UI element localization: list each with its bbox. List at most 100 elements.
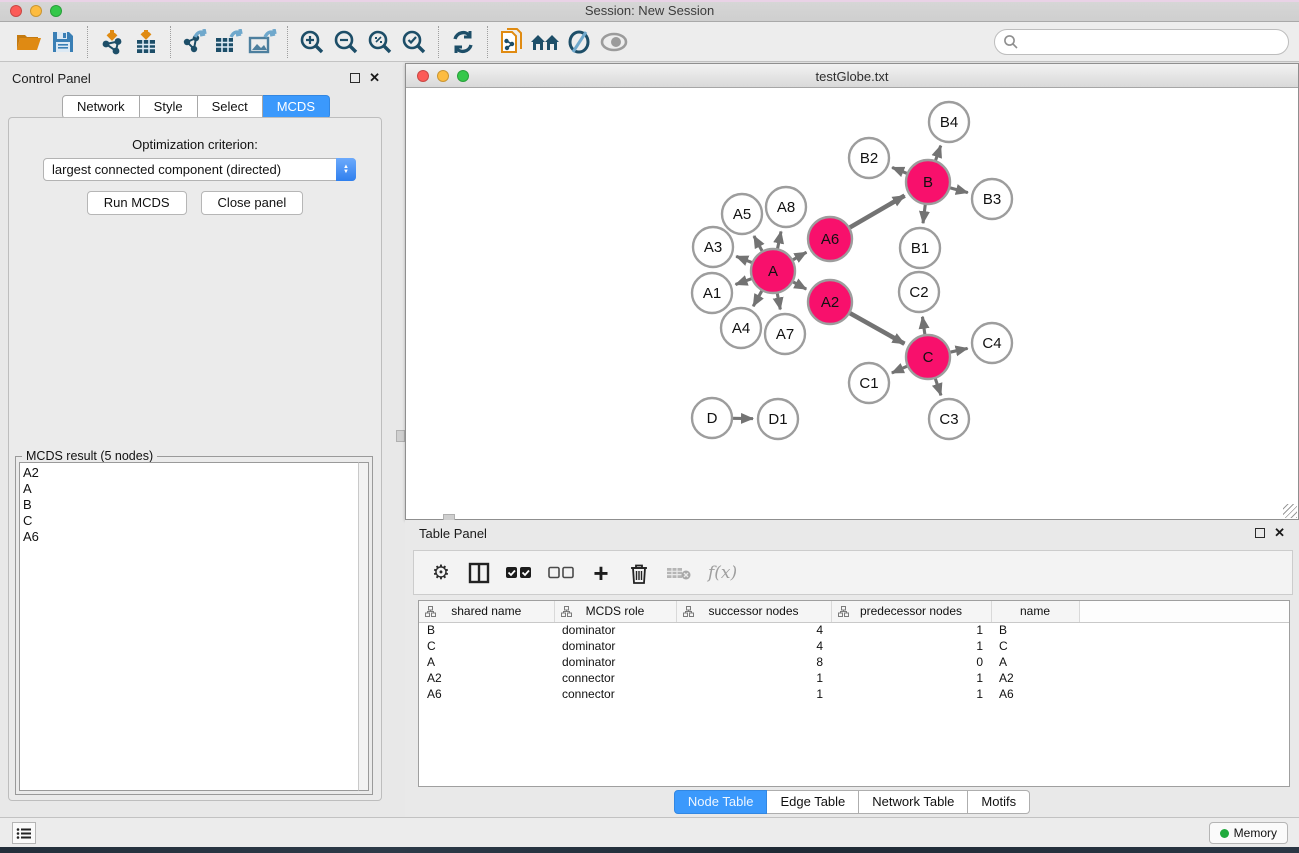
function-builder-button[interactable]: f(x)	[708, 561, 737, 585]
cell-MCDS-role[interactable]: dominator	[554, 654, 676, 670]
edge-A-A6[interactable]	[792, 252, 806, 260]
network-graph[interactable]: B4B2BB3A5A8A6A3B1AA1C2A2A4A7C4CC1DD1C3	[406, 88, 1298, 519]
show-graphics-details-button[interactable]	[597, 26, 631, 58]
cell-name[interactable]: A	[991, 654, 1079, 670]
cell-predecessor-nodes[interactable]: 1	[831, 686, 991, 702]
edge-A-A2[interactable]	[792, 282, 806, 290]
result-item[interactable]: A	[23, 481, 358, 497]
zoom-selected-button[interactable]	[397, 26, 431, 58]
tab-mcds[interactable]: MCDS	[263, 95, 330, 119]
table-row[interactable]: Bdominator41B	[419, 622, 1289, 638]
delete-table-button[interactable]	[666, 561, 692, 585]
window-resize-grip[interactable]	[1283, 504, 1297, 518]
column-header-shared-name[interactable]: shared name	[419, 601, 554, 622]
export-image-button[interactable]	[246, 26, 280, 58]
column-header-predecessor-nodes[interactable]: predecessor nodes	[831, 601, 991, 622]
close-panel-icon[interactable]: ✕	[369, 71, 380, 85]
tab-network[interactable]: Network	[62, 95, 140, 119]
tab-motifs[interactable]: Motifs	[968, 790, 1030, 814]
edge-A-A3[interactable]	[736, 256, 752, 263]
cell-successor-nodes[interactable]: 4	[676, 622, 831, 638]
column-header-successor-nodes[interactable]: successor nodes	[676, 601, 831, 622]
mcds-result-list[interactable]: A2ABCA6	[19, 462, 358, 791]
cell-successor-nodes[interactable]: 1	[676, 670, 831, 686]
open-session-button[interactable]	[12, 26, 46, 58]
edge-A2-C[interactable]	[849, 313, 904, 344]
cell-shared-name[interactable]: A2	[419, 670, 554, 686]
close-panel-button[interactable]: Close panel	[201, 191, 304, 215]
cell-name[interactable]: A2	[991, 670, 1079, 686]
edge-A6-B[interactable]	[849, 196, 905, 228]
result-item[interactable]: C	[23, 513, 358, 529]
search-input[interactable]	[994, 29, 1289, 55]
cell-name[interactable]: C	[991, 638, 1079, 654]
edge-A-A8[interactable]	[777, 231, 781, 249]
tab-network-table[interactable]: Network Table	[859, 790, 968, 814]
edge-B-B4[interactable]	[935, 146, 940, 162]
cell-successor-nodes[interactable]: 1	[676, 686, 831, 702]
edge-A-A1[interactable]	[736, 278, 753, 284]
export-table-button[interactable]	[212, 26, 246, 58]
close-table-panel-icon[interactable]: ✕	[1274, 526, 1285, 540]
add-column-button[interactable]: +	[590, 561, 612, 585]
tab-node-table[interactable]: Node Table	[674, 790, 768, 814]
edge-A-A4[interactable]	[753, 290, 762, 306]
edge-B-B3[interactable]	[949, 188, 968, 193]
cell-MCDS-role[interactable]: dominator	[554, 622, 676, 638]
first-neighbors-button[interactable]	[529, 26, 563, 58]
edge-A-A5[interactable]	[754, 236, 763, 252]
hide-graphics-details-button[interactable]	[563, 26, 597, 58]
edge-C-C2[interactable]	[922, 317, 925, 335]
cell-shared-name[interactable]: A6	[419, 686, 554, 702]
cell-MCDS-role[interactable]: dominator	[554, 638, 676, 654]
export-network-button[interactable]	[178, 26, 212, 58]
cell-MCDS-role[interactable]: connector	[554, 686, 676, 702]
delete-column-button[interactable]	[628, 561, 650, 585]
task-history-button[interactable]	[12, 822, 36, 844]
table-row[interactable]: Cdominator41C	[419, 638, 1289, 654]
table-row[interactable]: Adominator80A	[419, 654, 1289, 670]
zoom-in-button[interactable]	[295, 26, 329, 58]
float-panel-icon[interactable]	[350, 73, 360, 83]
save-session-button[interactable]	[46, 26, 80, 58]
result-item[interactable]: A2	[23, 465, 358, 481]
cell-successor-nodes[interactable]: 4	[676, 638, 831, 654]
edge-B-B2[interactable]	[892, 167, 907, 173]
new-network-from-selection-button[interactable]	[495, 26, 529, 58]
result-item[interactable]: B	[23, 497, 358, 513]
edge-C-C4[interactable]	[949, 348, 967, 352]
deselect-all-button[interactable]	[548, 561, 574, 585]
import-table-button[interactable]	[129, 26, 163, 58]
edge-C-C1[interactable]	[892, 366, 908, 373]
import-network-button[interactable]	[95, 26, 129, 58]
edge-B-B1[interactable]	[923, 204, 925, 223]
cell-shared-name[interactable]: C	[419, 638, 554, 654]
refresh-button[interactable]	[446, 26, 480, 58]
result-item[interactable]: A6	[23, 529, 358, 545]
cell-name[interactable]: B	[991, 622, 1079, 638]
column-header-MCDS-role[interactable]: MCDS role	[554, 601, 676, 622]
tab-edge-table[interactable]: Edge Table	[767, 790, 859, 814]
select-all-button[interactable]	[506, 561, 532, 585]
cell-predecessor-nodes[interactable]: 0	[831, 654, 991, 670]
show-column-button[interactable]	[468, 561, 490, 585]
memory-button[interactable]: Memory	[1209, 822, 1288, 844]
float-table-panel-icon[interactable]	[1255, 528, 1265, 538]
result-scrollbar[interactable]	[358, 462, 369, 791]
cell-MCDS-role[interactable]: connector	[554, 670, 676, 686]
cell-name[interactable]: A6	[991, 686, 1079, 702]
edge-A-A7[interactable]	[777, 293, 780, 310]
cell-shared-name[interactable]: A	[419, 654, 554, 670]
tab-style[interactable]: Style	[140, 95, 198, 119]
cell-shared-name[interactable]: B	[419, 622, 554, 638]
vertical-split-handle[interactable]	[396, 430, 405, 442]
edge-C-C3[interactable]	[935, 378, 941, 395]
cell-successor-nodes[interactable]: 8	[676, 654, 831, 670]
column-header-name[interactable]: name	[991, 601, 1079, 622]
table-row[interactable]: A2connector11A2	[419, 670, 1289, 686]
run-mcds-button[interactable]: Run MCDS	[87, 191, 187, 215]
optimization-select[interactable]: largest connected component (directed) ▲…	[43, 158, 356, 181]
cell-predecessor-nodes[interactable]: 1	[831, 670, 991, 686]
cell-predecessor-nodes[interactable]: 1	[831, 622, 991, 638]
tab-select[interactable]: Select	[198, 95, 263, 119]
